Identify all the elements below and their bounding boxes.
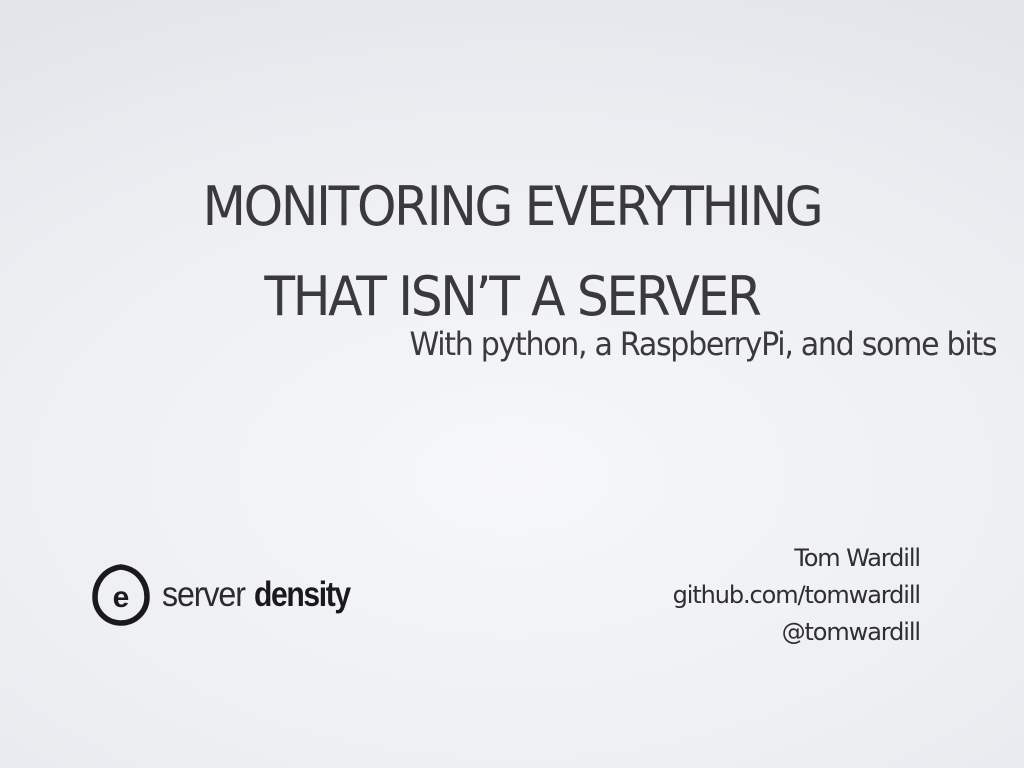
author-name: Tom Wardill	[794, 544, 921, 572]
author-twitter: @tomwardill	[781, 618, 922, 646]
slide-title: MONITORING EVERYTHING THAT ISN’T A SERVE…	[36, 162, 988, 342]
server-density-e-icon: e	[92, 563, 150, 627]
logo-icon-letter: e	[113, 581, 130, 614]
slide: MONITORING EVERYTHING THAT ISN’T A SERVE…	[0, 0, 1024, 768]
slide-subtitle: With python, a RaspberryPi, and some bit…	[409, 325, 997, 363]
logo-text-density: density	[254, 575, 351, 614]
title-line-1: MONITORING EVERYTHING	[202, 175, 824, 238]
server-density-logo: e server density	[92, 563, 365, 627]
logo-text-server: server	[162, 575, 246, 614]
author-github: github.com/tomwardill	[672, 581, 921, 609]
author-info: Tom Wardill github.com/tomwardill @tomwa…	[672, 540, 922, 651]
